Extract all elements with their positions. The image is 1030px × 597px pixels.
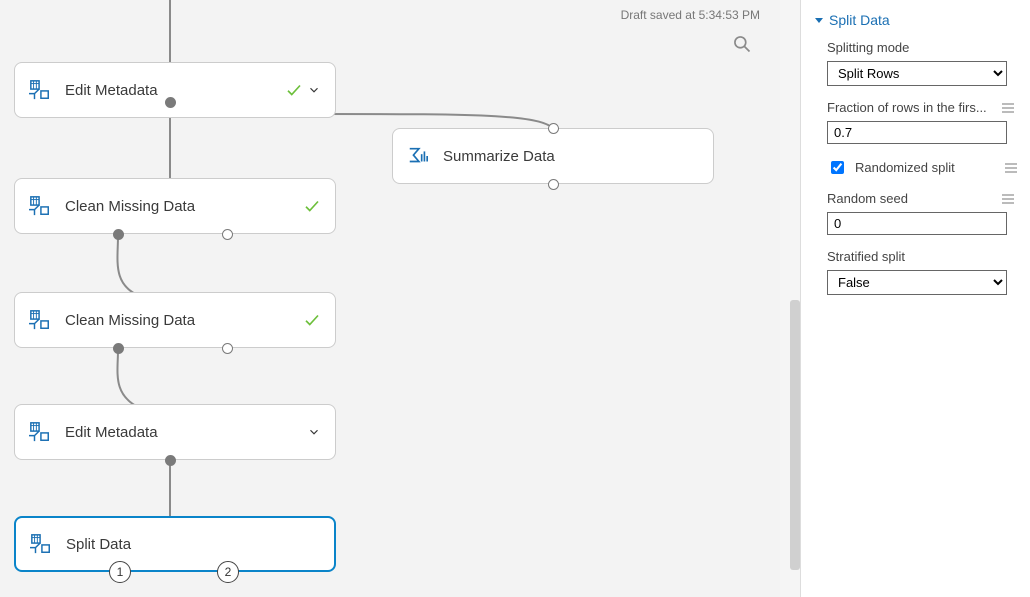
field-menu-icon[interactable]: [1005, 163, 1019, 173]
module-label: Edit Metadata: [65, 424, 307, 441]
output-port[interactable]: [113, 229, 124, 240]
module-split-data[interactable]: Split Data: [14, 516, 336, 572]
experiment-canvas[interactable]: Draft saved at 5:34:53 PM Edit Metadata …: [0, 0, 780, 597]
output-port[interactable]: [222, 229, 233, 240]
module-edit-metadata[interactable]: Edit Metadata: [14, 62, 336, 118]
stratified-split-label: Stratified split: [827, 249, 905, 264]
scrollbar[interactable]: [790, 300, 800, 570]
module-edit-metadata[interactable]: Edit Metadata: [14, 404, 336, 460]
field-menu-icon[interactable]: [1002, 194, 1016, 204]
randomized-split-checkbox[interactable]: Randomized split: [827, 158, 955, 177]
dataset-icon: [29, 309, 51, 331]
search-icon[interactable]: [732, 34, 752, 54]
dataset-icon: [29, 79, 51, 101]
check-icon: [285, 81, 303, 99]
module-clean-missing-data[interactable]: Clean Missing Data: [14, 178, 336, 234]
summarize-icon: [407, 145, 429, 167]
output-port[interactable]: [222, 343, 233, 354]
panel-title[interactable]: Split Data: [815, 12, 1016, 28]
output-port[interactable]: [113, 343, 124, 354]
chevron-down-icon[interactable]: [307, 83, 321, 97]
stratified-split-select[interactable]: False: [827, 270, 1007, 295]
module-label: Summarize Data: [443, 148, 699, 165]
check-icon: [303, 197, 321, 215]
module-label: Edit Metadata: [65, 82, 285, 99]
dataset-icon: [29, 421, 51, 443]
dataset-icon: [30, 533, 52, 555]
output-port[interactable]: [165, 97, 176, 108]
randomized-checkbox-input[interactable]: [831, 161, 844, 174]
dataset-icon: [29, 195, 51, 217]
random-seed-input[interactable]: [827, 212, 1007, 235]
check-icon: [303, 311, 321, 329]
module-label: Clean Missing Data: [65, 198, 303, 215]
output-port-1[interactable]: 1: [109, 561, 131, 583]
draft-status: Draft saved at 5:34:53 PM: [621, 8, 760, 22]
splitting-mode-select[interactable]: Split Rows: [827, 61, 1007, 86]
chevron-down-icon[interactable]: [307, 425, 321, 439]
field-menu-icon[interactable]: [1002, 103, 1016, 113]
module-clean-missing-data[interactable]: Clean Missing Data: [14, 292, 336, 348]
module-summarize-data[interactable]: Summarize Data: [392, 128, 714, 184]
collapse-icon[interactable]: [815, 18, 823, 23]
output-port-2[interactable]: 2: [217, 561, 239, 583]
output-port[interactable]: [165, 455, 176, 466]
fraction-label: Fraction of rows in the firs...: [827, 100, 987, 115]
module-label: Split Data: [66, 536, 320, 553]
module-label: Clean Missing Data: [65, 312, 303, 329]
splitting-mode-label: Splitting mode: [827, 40, 909, 55]
properties-panel: Split Data Splitting mode Split Rows Fra…: [800, 0, 1030, 597]
input-port[interactable]: [548, 123, 559, 134]
output-port[interactable]: [548, 179, 559, 190]
random-seed-label: Random seed: [827, 191, 908, 206]
fraction-input[interactable]: [827, 121, 1007, 144]
